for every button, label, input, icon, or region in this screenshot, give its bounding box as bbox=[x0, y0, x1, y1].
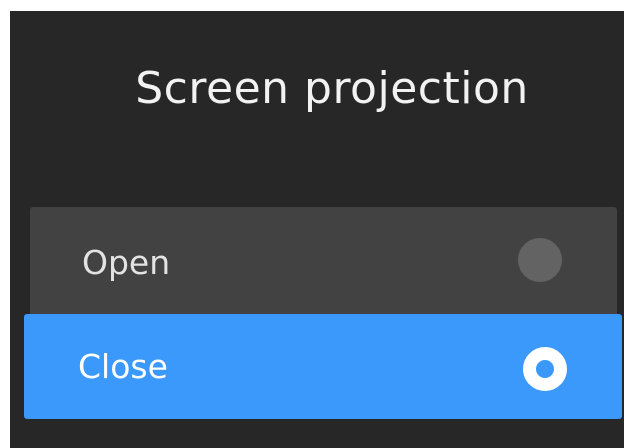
dialog-title: Screen projection bbox=[135, 63, 529, 114]
option-close[interactable]: Close bbox=[24, 314, 622, 419]
radio-unselected-icon[interactable] bbox=[518, 238, 562, 282]
option-open[interactable]: Open bbox=[30, 207, 617, 317]
option-open-label: Open bbox=[82, 243, 171, 282]
radio-selected-icon[interactable] bbox=[523, 347, 567, 391]
option-close-label: Close bbox=[78, 347, 168, 386]
